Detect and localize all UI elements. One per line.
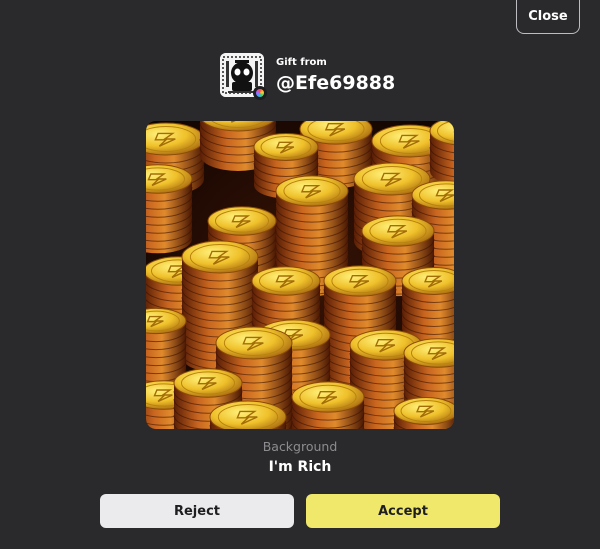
item-caption: Background I'm Rich [0,438,600,477]
close-button[interactable]: Close [516,0,580,34]
gift-from-label: Gift from [276,56,327,68]
coin-stacks [146,121,454,429]
background-preview-image [146,121,454,429]
coin-stack [393,397,454,429]
rainbow-badge-icon [253,86,267,100]
sender-username: @Efe69888 [276,71,396,94]
gift-sender: Gift from @Efe69888 [220,53,395,100]
coin-stack [209,400,287,429]
sender-avatar [220,53,267,100]
item-name: I'm Rich [268,459,332,475]
gold-coins-image [146,121,454,429]
gift-dialog: Close Gift from @Efe69888 Background I'm… [0,0,600,549]
reject-button[interactable]: Reject [100,494,294,528]
item-type-label: Background [262,439,338,454]
coin-stack [429,121,454,185]
coin-stack [146,164,193,254]
accept-button[interactable]: Accept [306,494,500,528]
coin-stack [291,381,365,429]
sender-text: Gift from @Efe69888 [276,56,395,95]
